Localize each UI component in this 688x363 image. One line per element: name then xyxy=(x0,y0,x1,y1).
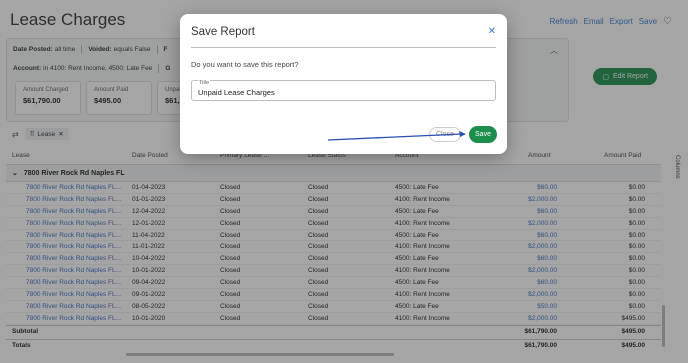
save-button[interactable]: Save xyxy=(469,126,497,143)
title-input-value[interactable]: Unpaid Lease Charges xyxy=(198,88,275,97)
title-input-label: Title xyxy=(198,80,211,86)
divider xyxy=(191,47,496,48)
save-report-dialog: Save Report ✕ Do you want to save this r… xyxy=(180,14,507,154)
close-button[interactable]: Close xyxy=(429,127,461,142)
close-icon[interactable]: ✕ xyxy=(488,26,496,37)
dialog-title: Save Report xyxy=(191,26,255,38)
dialog-question: Do you want to save this report? xyxy=(191,60,299,69)
title-input[interactable]: Title Unpaid Lease Charges xyxy=(191,80,496,101)
